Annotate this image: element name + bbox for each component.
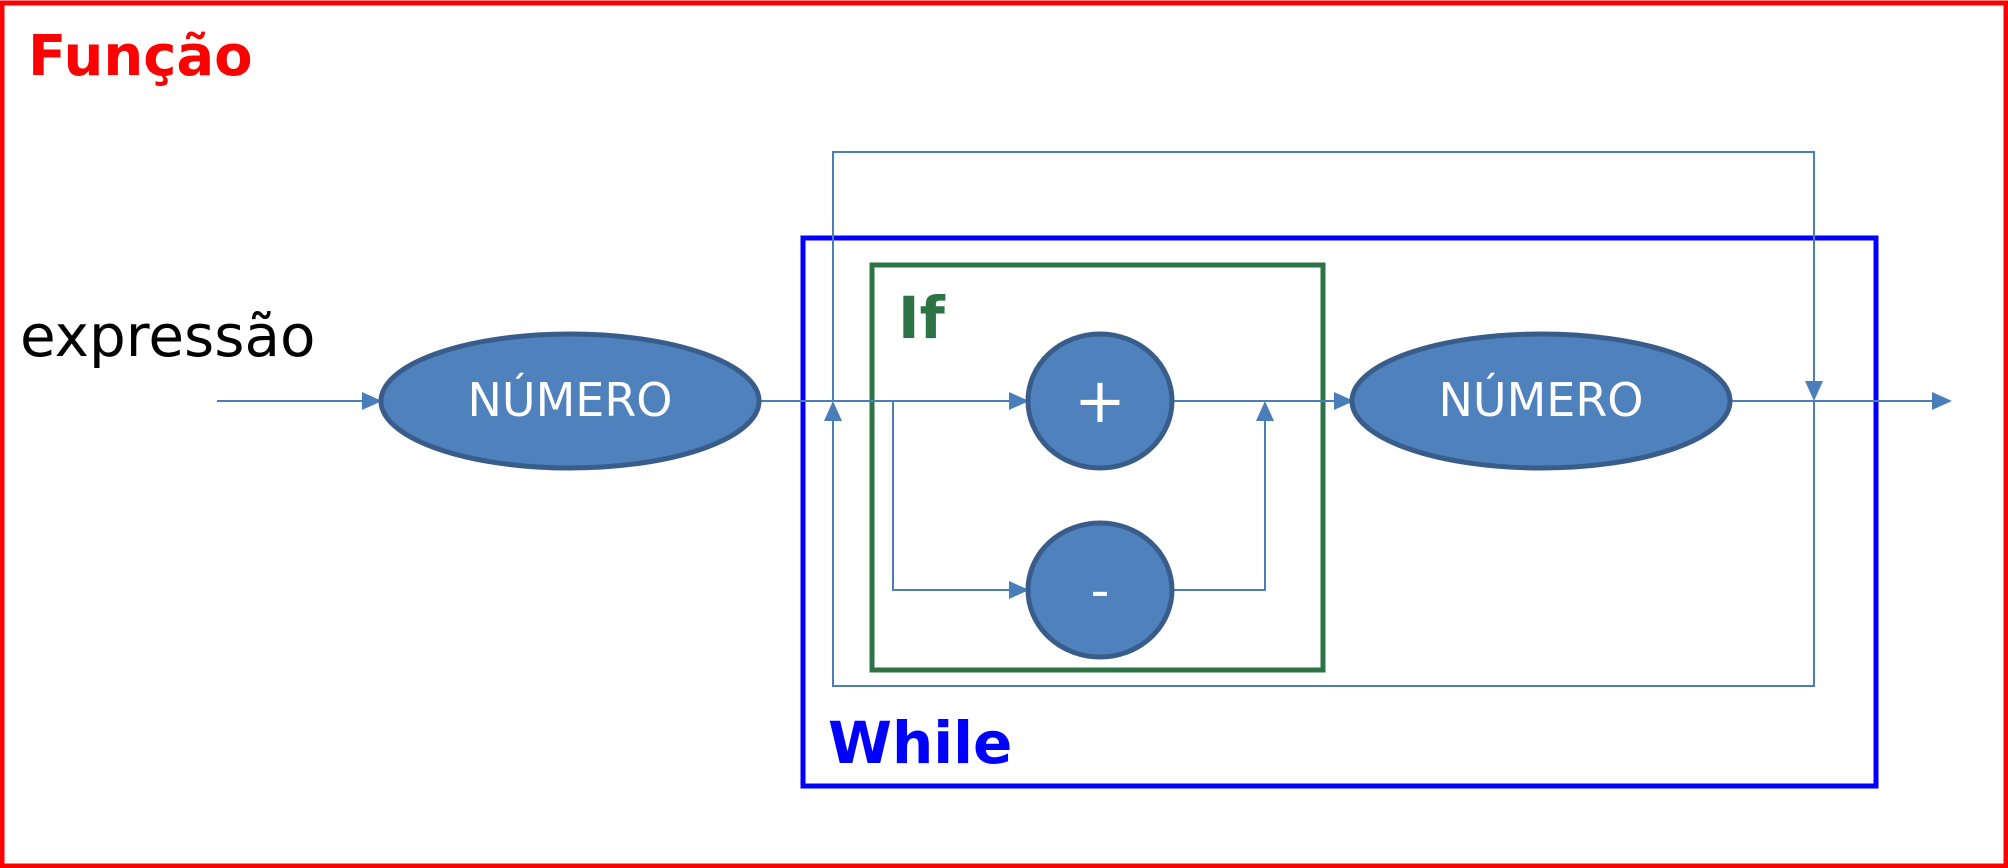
function-label: Função [28, 24, 253, 89]
if-label: If [898, 284, 946, 352]
while-label: While [828, 709, 1012, 777]
syntax-diagram: Função expressão While If NÚMERO + - NÚM… [0, 0, 2008, 868]
node-number-2: NÚMERO [1349, 331, 1733, 471]
node-plus-label: + [1074, 364, 1126, 437]
input-label: expressão [20, 302, 316, 370]
node-number-2-label: NÚMERO [1438, 373, 1643, 427]
connector-minus-out [1174, 401, 1274, 591]
node-minus-label: - [1091, 561, 1110, 621]
connector-to-minus [892, 401, 1029, 599]
node-number-1-label: NÚMERO [467, 373, 672, 427]
node-plus: + [1025, 331, 1175, 471]
while-frame [800, 235, 1879, 789]
node-number-1: NÚMERO [378, 331, 762, 471]
node-minus: - [1025, 520, 1175, 660]
